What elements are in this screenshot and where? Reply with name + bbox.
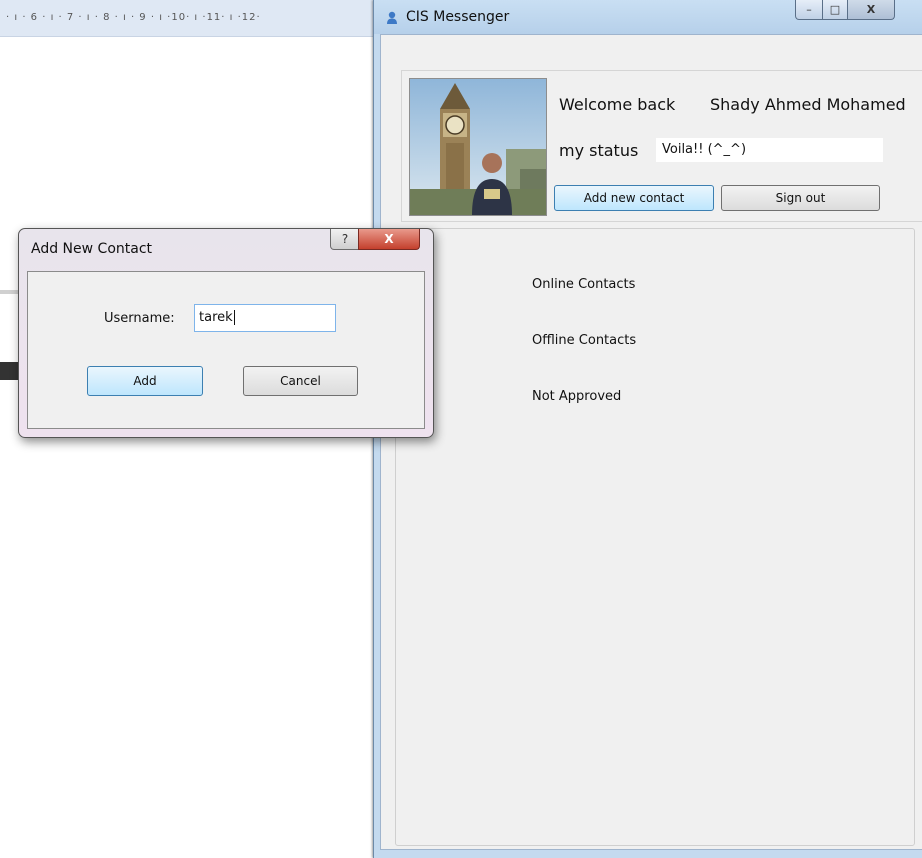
window-titlebar[interactable]: CIS Messenger – □ X (374, 0, 922, 34)
minimize-button[interactable]: – (795, 0, 823, 20)
add-new-contact-button[interactable]: Add new contact (554, 185, 714, 211)
username-label: Username: (104, 311, 175, 326)
window-controls: – □ X (795, 0, 895, 22)
dialog-close-button[interactable]: X (358, 229, 420, 250)
dialog-body (27, 271, 425, 429)
contacts-panel (395, 228, 915, 846)
contact-group-offline[interactable]: Offline Contacts (532, 333, 636, 348)
contact-group-not-approved[interactable]: Not Approved (532, 389, 621, 404)
contact-group-online[interactable]: Online Contacts (532, 277, 635, 292)
dialog-help-button[interactable]: ? (330, 229, 360, 250)
username-value: tarek (199, 310, 233, 325)
dialog-title: Add New Contact (31, 241, 153, 257)
welcome-label: Welcome back (559, 95, 676, 114)
maximize-button[interactable]: □ (823, 0, 848, 20)
status-input[interactable]: Voila!! (^_^) (656, 138, 883, 162)
document-ruler: · ı · 6 · ı · 7 · ı · 8 · ı · 9 · ı ·10·… (0, 0, 386, 37)
close-button[interactable]: X (848, 0, 895, 20)
status-label: my status (559, 141, 639, 160)
username-input[interactable]: tarek (194, 304, 336, 332)
sign-out-button[interactable]: Sign out (721, 185, 880, 211)
dialog-cancel-button[interactable]: Cancel (243, 366, 358, 396)
avatar (409, 78, 547, 216)
text-caret (233, 310, 235, 325)
dialog-add-button[interactable]: Add (87, 366, 203, 396)
window-title: CIS Messenger (406, 9, 510, 25)
user-name: Shady Ahmed Mohamed (710, 95, 906, 114)
messenger-person-icon (386, 10, 398, 24)
add-contact-dialog: Add New Contact ? X (18, 228, 434, 438)
